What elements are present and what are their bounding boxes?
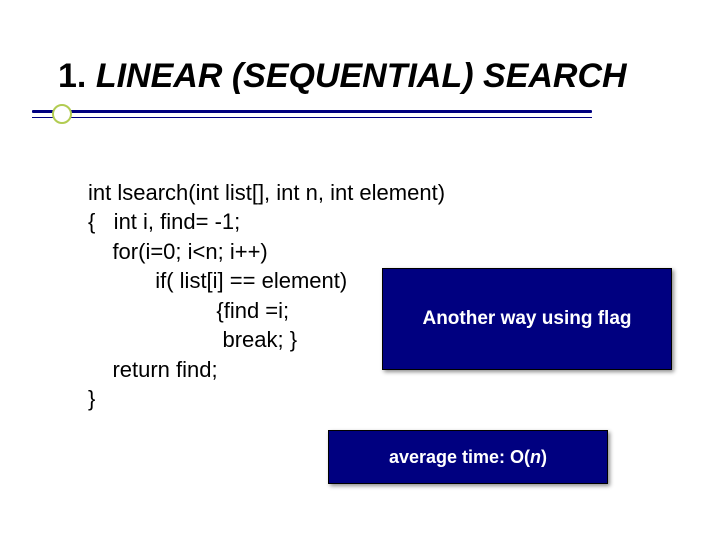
- slide-title: 1. LINEAR (SEQUENTIAL) SEARCH: [58, 58, 627, 95]
- title-text: LINEAR (SEQUENTIAL) SEARCH: [96, 57, 627, 95]
- title-underline: [32, 110, 592, 150]
- code-line: return find;: [88, 357, 218, 382]
- code-line: { int i, find= -1;: [88, 209, 240, 234]
- callout-average-text: average time: O(n): [389, 447, 547, 468]
- code-line: if( list[i] == element): [88, 268, 347, 293]
- slide: 1. LINEAR (SEQUENTIAL) SEARCH int lsearc…: [0, 0, 720, 540]
- callout-flag-text: Another way using flag: [422, 308, 631, 330]
- avg-prefix: average time: O(: [389, 447, 530, 467]
- code-line: }: [88, 386, 95, 411]
- callout-flag: Another way using flag: [382, 268, 672, 370]
- callout-average-time: average time: O(n): [328, 430, 608, 484]
- rule-thin: [32, 117, 592, 118]
- avg-n: n: [530, 447, 541, 467]
- title-index: 1.: [58, 57, 86, 95]
- rule-thick: [32, 110, 592, 113]
- code-line: int lsearch(int list[], int n, int eleme…: [88, 180, 445, 205]
- code-line: {find =i;: [88, 298, 289, 323]
- code-line: for(i=0; i<n; i++): [88, 239, 268, 264]
- bullet-ring-icon: [52, 104, 72, 124]
- code-line: break; }: [88, 327, 297, 352]
- avg-suffix: ): [541, 447, 547, 467]
